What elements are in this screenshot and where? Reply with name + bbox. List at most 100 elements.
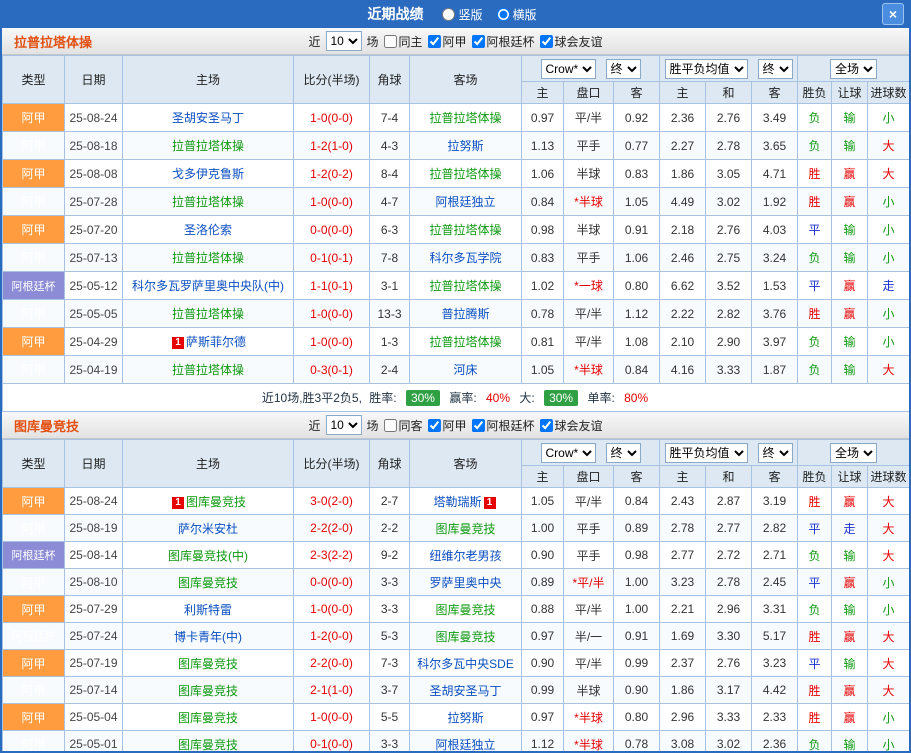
home-team-link[interactable]: 图库曼竞技(中): [168, 549, 248, 563]
away-team-cell: 拉普拉塔体操: [409, 327, 522, 356]
home-team-link[interactable]: 圣洛伦索: [184, 223, 232, 237]
home-team-link[interactable]: 拉普拉塔体操: [172, 251, 244, 265]
away-team-link[interactable]: 图库曼竞技: [435, 630, 495, 644]
league-type: 阿根廷杯: [2, 271, 65, 300]
home-team-cell: 图库曼竞技: [122, 730, 294, 752]
mean-time-select[interactable]: 终: [757, 442, 793, 463]
same-venue-checkbox[interactable]: [383, 34, 397, 48]
away-team-link[interactable]: 圣胡安圣马丁: [429, 684, 501, 698]
odds-away: 1.12: [612, 299, 661, 328]
home-team-link[interactable]: 拉普拉塔体操: [172, 139, 244, 153]
single-rate-label: 单率:: [587, 391, 615, 405]
handicap-line: 平/半: [563, 299, 614, 328]
home-team-link[interactable]: 图库曼竞技: [186, 495, 246, 509]
home-team-link[interactable]: 拉普拉塔体操: [172, 195, 244, 209]
fullmatch-select[interactable]: 全场: [830, 58, 878, 79]
league-filter-friendly[interactable]: 球会友谊: [539, 33, 603, 50]
home-team-link[interactable]: 博卡青年(中): [174, 630, 242, 644]
league-filter-friendly[interactable]: 球会友谊: [539, 417, 603, 434]
fullmatch-select[interactable]: 全场: [830, 442, 878, 463]
league-friendly-checkbox[interactable]: [539, 34, 553, 48]
layout-vertical-radio[interactable]: [442, 7, 456, 21]
league-primary-checkbox[interactable]: [427, 418, 441, 432]
result-handicap: 走: [831, 514, 869, 542]
league-friendly-checkbox[interactable]: [539, 418, 553, 432]
home-team-link[interactable]: 戈多伊克鲁斯: [172, 167, 244, 181]
mean-time-select[interactable]: 终: [757, 58, 793, 79]
home-team-link[interactable]: 拉普拉塔体操: [172, 307, 244, 321]
home-team-link[interactable]: 图库曼竞技: [178, 738, 238, 752]
home-team-link[interactable]: 拉普拉塔体操: [172, 363, 244, 377]
away-team-link[interactable]: 科尔多瓦学院: [429, 251, 501, 265]
home-team-link[interactable]: 利斯特雷: [184, 603, 232, 617]
odds-home: 1.00: [521, 514, 564, 542]
mean-draw: 2.75: [705, 243, 753, 272]
result-handicap: 赢: [831, 703, 869, 731]
result-goals: 大: [867, 622, 909, 650]
result-wdl: 平: [797, 649, 833, 677]
away-team-link[interactable]: 拉努斯: [447, 711, 483, 725]
away-team-link[interactable]: 纽维尔老男孩: [429, 549, 501, 563]
league-primary-checkbox[interactable]: [427, 34, 441, 48]
away-team-link[interactable]: 河床: [453, 363, 477, 377]
close-button[interactable]: ×: [882, 3, 904, 25]
result-goals: 小: [867, 243, 909, 272]
home-team-link[interactable]: 图库曼竞技: [178, 657, 238, 671]
match-count-select[interactable]: 10: [325, 415, 362, 435]
away-team-link[interactable]: 阿根廷独立: [435, 738, 495, 752]
odds-time-select[interactable]: 终: [605, 442, 641, 463]
away-team-link[interactable]: 阿根廷独立: [435, 195, 495, 209]
result-handicap: 输: [831, 730, 869, 751]
league-filter-cup[interactable]: 阿根廷杯: [471, 33, 535, 50]
league-filter-primary[interactable]: 阿甲: [427, 33, 467, 50]
mean-draw: 3.30: [705, 622, 753, 650]
away-team-link[interactable]: 拉普拉塔体操: [429, 167, 501, 181]
league-type: 阿甲: [2, 487, 65, 515]
same-venue-filter[interactable]: 同客: [383, 417, 423, 434]
away-team-link[interactable]: 图库曼竞技: [435, 522, 495, 536]
league-type: 阿甲: [2, 595, 65, 623]
home-team-link[interactable]: 萨斯菲尔德: [186, 335, 246, 349]
layout-option-horizontal[interactable]: 横版: [496, 6, 537, 23]
odds-provider-select[interactable]: Crow*: [540, 442, 596, 463]
mean-draw: 2.78: [705, 568, 753, 596]
away-team-link[interactable]: 塔勒瑞斯: [433, 495, 481, 509]
home-team-link[interactable]: 图库曼竞技: [178, 684, 238, 698]
odds-time-select[interactable]: 终: [605, 58, 641, 79]
league-filter-primary[interactable]: 阿甲: [427, 417, 467, 434]
away-team-cell: 科尔多瓦中央SDE: [409, 649, 522, 677]
result-wdl: 负: [797, 595, 833, 623]
away-team-link[interactable]: 拉努斯: [447, 139, 483, 153]
away-team-link[interactable]: 罗萨里奥中央: [429, 576, 501, 590]
league-type: 阿甲: [2, 299, 65, 328]
home-team-link[interactable]: 图库曼竞技: [178, 711, 238, 725]
layout-option-vertical[interactable]: 竖版: [442, 6, 483, 23]
league-primary-label: 阿甲: [442, 418, 467, 433]
home-team-link[interactable]: 圣胡安圣马丁: [172, 111, 244, 125]
col-corner: 角球: [369, 439, 410, 488]
away-team-link[interactable]: 普拉腾斯: [441, 307, 489, 321]
home-team-link[interactable]: 图库曼竞技: [178, 576, 238, 590]
away-team-link[interactable]: 图库曼竞技: [435, 603, 495, 617]
mean-odds-select[interactable]: 胜平负均值: [664, 58, 748, 79]
home-team-link[interactable]: 萨尔米安杜: [178, 522, 238, 536]
away-team-link[interactable]: 拉普拉塔体操: [429, 223, 501, 237]
match-date: 25-08-10: [64, 568, 123, 596]
away-team-link[interactable]: 拉普拉塔体操: [429, 111, 501, 125]
match-count-select[interactable]: 10: [325, 31, 362, 51]
home-team-link[interactable]: 科尔多瓦罗萨里奥中央队(中): [132, 279, 284, 293]
layout-horizontal-radio[interactable]: [496, 7, 510, 21]
away-team-link[interactable]: 科尔多瓦中央SDE: [417, 657, 514, 671]
handicap-line: *半球: [563, 703, 614, 731]
away-team-link[interactable]: 拉普拉塔体操: [429, 279, 501, 293]
same-venue-checkbox[interactable]: [383, 418, 397, 432]
away-team-link[interactable]: 拉普拉塔体操: [429, 335, 501, 349]
league-cup-checkbox[interactable]: [471, 418, 485, 432]
same-venue-filter[interactable]: 同主: [383, 33, 423, 50]
mean-odds-select[interactable]: 胜平负均值: [664, 442, 748, 463]
league-filter-cup[interactable]: 阿根廷杯: [471, 417, 535, 434]
match-date: 25-07-29: [64, 595, 123, 623]
odds-provider-select[interactable]: Crow*: [540, 58, 596, 79]
league-cup-checkbox[interactable]: [471, 34, 485, 48]
result-wdl: 平: [797, 514, 833, 542]
